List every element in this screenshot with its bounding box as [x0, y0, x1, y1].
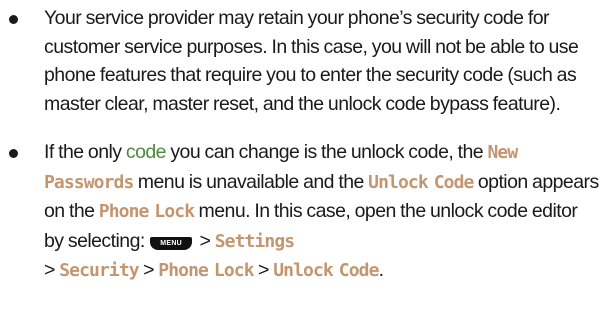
path-separator: > [195, 229, 215, 252]
code-link[interactable]: code [126, 141, 167, 163]
bullet-dot [9, 15, 18, 24]
bullet-item-security-code-retention: Your service provider may retain your ph… [0, 4, 607, 118]
bullet-text: Your service provider may retain your ph… [44, 7, 579, 115]
sentence-end: . [378, 259, 384, 281]
phone-lock-menu-term: Phone Lock [98, 201, 195, 222]
path-separator: > [44, 259, 60, 281]
bullet-dot [9, 149, 18, 158]
bullet-text: you can change is the unlock code, the [165, 141, 488, 163]
bullet-text: If the only [44, 141, 126, 163]
unlock-code-menu-term: Unlock Code [368, 171, 474, 193]
path-separator: > [138, 259, 159, 281]
path-security: Security [59, 260, 139, 281]
path-settings: Settings [214, 230, 295, 252]
path-phone-lock: Phone Lock [158, 260, 254, 281]
bullet-item-unlock-code: If the only code you can change is the u… [0, 138, 607, 286]
menu-key-icon: MENU [150, 236, 193, 250]
path-separator: > [253, 259, 274, 281]
path-unlock-code: Unlock Code [273, 260, 379, 281]
bullet-list: Your service provider may retain your ph… [0, 4, 607, 286]
bullet-text: menu is unavailable and the [133, 170, 369, 193]
